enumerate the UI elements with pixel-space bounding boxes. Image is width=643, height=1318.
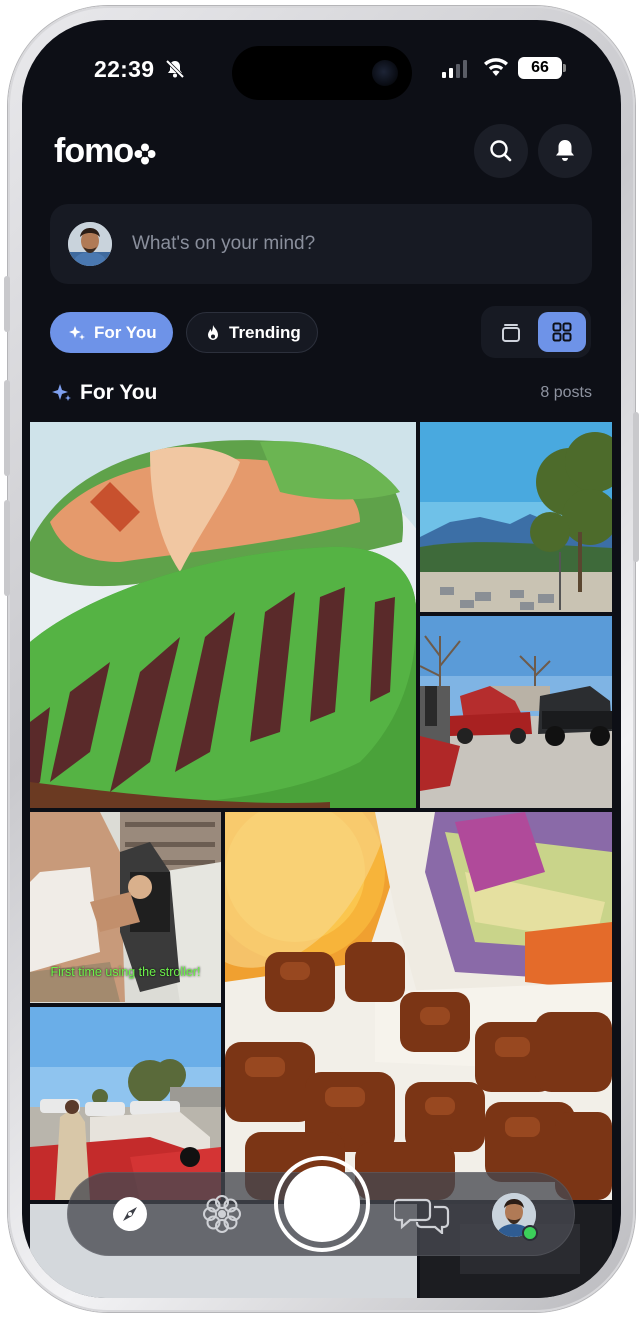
side-button <box>4 276 10 332</box>
burrito-photo <box>30 422 416 808</box>
teriyaki-photo <box>225 812 612 1200</box>
section-header: For You 8 posts <box>52 378 592 408</box>
grid-view-button[interactable] <box>538 312 586 352</box>
filter-for-you[interactable]: For You <box>50 312 173 353</box>
camera-icon <box>372 60 398 86</box>
compass-icon <box>113 1197 147 1231</box>
bell-icon <box>556 140 574 161</box>
sparkle-icon <box>69 325 85 340</box>
capture-inner <box>284 1166 360 1242</box>
post-tile[interactable] <box>420 422 612 612</box>
post-tile[interactable]: First time using the stroller! <box>30 812 221 1003</box>
flame-icon <box>208 324 218 340</box>
filter-trending[interactable]: Trending <box>186 312 318 353</box>
post-tile[interactable] <box>225 812 612 1200</box>
app-screen: 22:39 66 fomo What's on your mind? For Y… <box>22 20 621 1298</box>
side-button <box>4 380 10 476</box>
cards-stack-icon <box>502 324 520 342</box>
post-tile[interactable] <box>30 422 416 808</box>
chat-icon <box>394 1198 450 1234</box>
status-time: 22:39 <box>94 56 155 82</box>
signal-icon <box>442 60 467 78</box>
post-composer[interactable]: What's on your mind? <box>50 204 592 284</box>
car-show-photo <box>420 616 612 808</box>
capture-button[interactable] <box>274 1156 370 1252</box>
filter-label: For You <box>94 322 157 342</box>
moments-button[interactable] <box>202 1194 242 1234</box>
sparkle-icon <box>52 384 71 401</box>
app-logo: fomo <box>54 132 156 171</box>
bell-slash-icon <box>165 59 185 79</box>
post-count: 8 posts <box>540 384 592 401</box>
messages-button[interactable] <box>394 1194 450 1234</box>
flower-logo-icon <box>134 143 156 164</box>
avatar <box>68 222 112 266</box>
side-button <box>4 500 10 596</box>
post-tile[interactable] <box>420 616 612 808</box>
search-button[interactable] <box>474 124 528 178</box>
post-caption: First time using the stroller! <box>50 965 201 979</box>
logo-text: fomo <box>54 132 134 170</box>
search-icon <box>490 140 512 162</box>
online-status-dot <box>522 1225 538 1241</box>
view-mode-toggle <box>481 306 591 358</box>
composer-placeholder: What's on your mind? <box>132 233 316 254</box>
flower-icon <box>203 1195 241 1233</box>
bottom-dock <box>67 1156 575 1256</box>
battery-indicator: 66 <box>518 57 566 79</box>
section-title: For You <box>80 381 158 404</box>
single-view-button[interactable] <box>487 312 535 352</box>
notifications-button[interactable] <box>538 124 592 178</box>
filter-label: Trending <box>229 322 301 342</box>
dynamic-island <box>232 46 412 100</box>
side-button <box>633 412 639 562</box>
mountain-street-photo <box>420 422 612 612</box>
explore-button[interactable] <box>110 1194 150 1234</box>
grid-icon <box>552 322 572 342</box>
wifi-icon <box>484 58 508 76</box>
